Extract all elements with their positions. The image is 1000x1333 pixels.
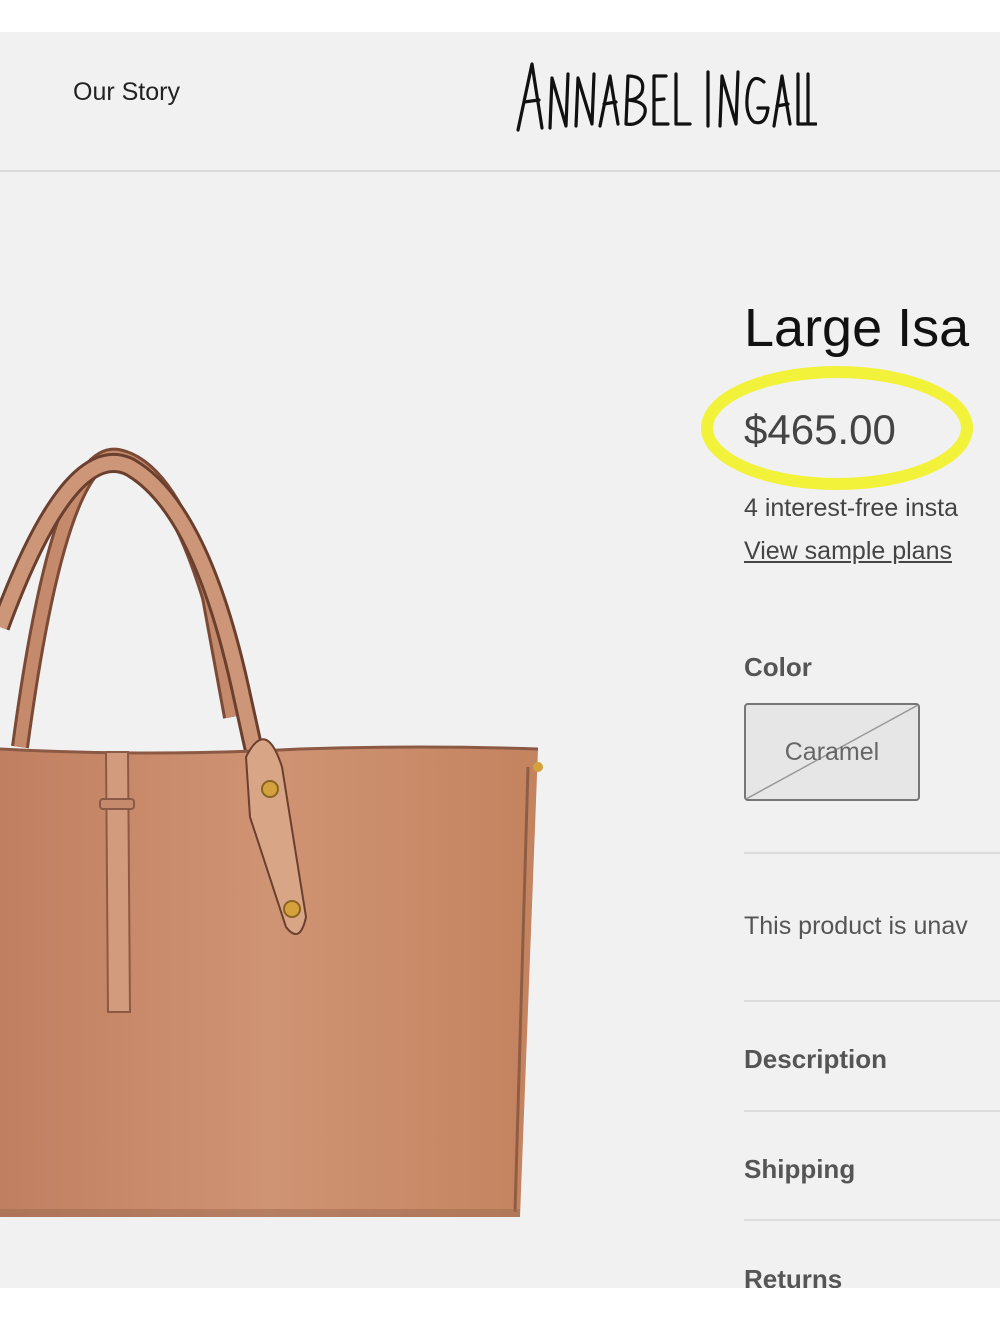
tote-bag-image	[0, 447, 543, 1217]
product-title: Large Isa	[744, 298, 970, 358]
accordion-returns[interactable]: Returns	[744, 1264, 842, 1288]
divider	[744, 1110, 1000, 1112]
availability-text: This product is unav	[744, 912, 968, 940]
brand-logo[interactable]	[512, 54, 817, 144]
product-price: $465.00	[744, 406, 896, 453]
color-swatch-label: Caramel	[784, 738, 880, 766]
divider	[744, 852, 1000, 854]
installments-text: 4 interest-free insta	[744, 494, 958, 522]
product-page: Our Story Large Isa $465.00 4 interest-f…	[0, 32, 1000, 1288]
view-sample-plans-link[interactable]: View sample plans	[744, 537, 952, 566]
color-label: Color	[744, 652, 812, 682]
divider	[744, 1219, 1000, 1221]
divider	[744, 1000, 1000, 1002]
accordion-description[interactable]: Description	[744, 1044, 887, 1075]
site-header: Our Story	[0, 32, 1000, 172]
nav-our-story-link[interactable]: Our Story	[73, 78, 180, 107]
accordion-shipping[interactable]: Shipping	[744, 1154, 855, 1185]
color-swatch-caramel[interactable]: Caramel	[744, 703, 920, 801]
